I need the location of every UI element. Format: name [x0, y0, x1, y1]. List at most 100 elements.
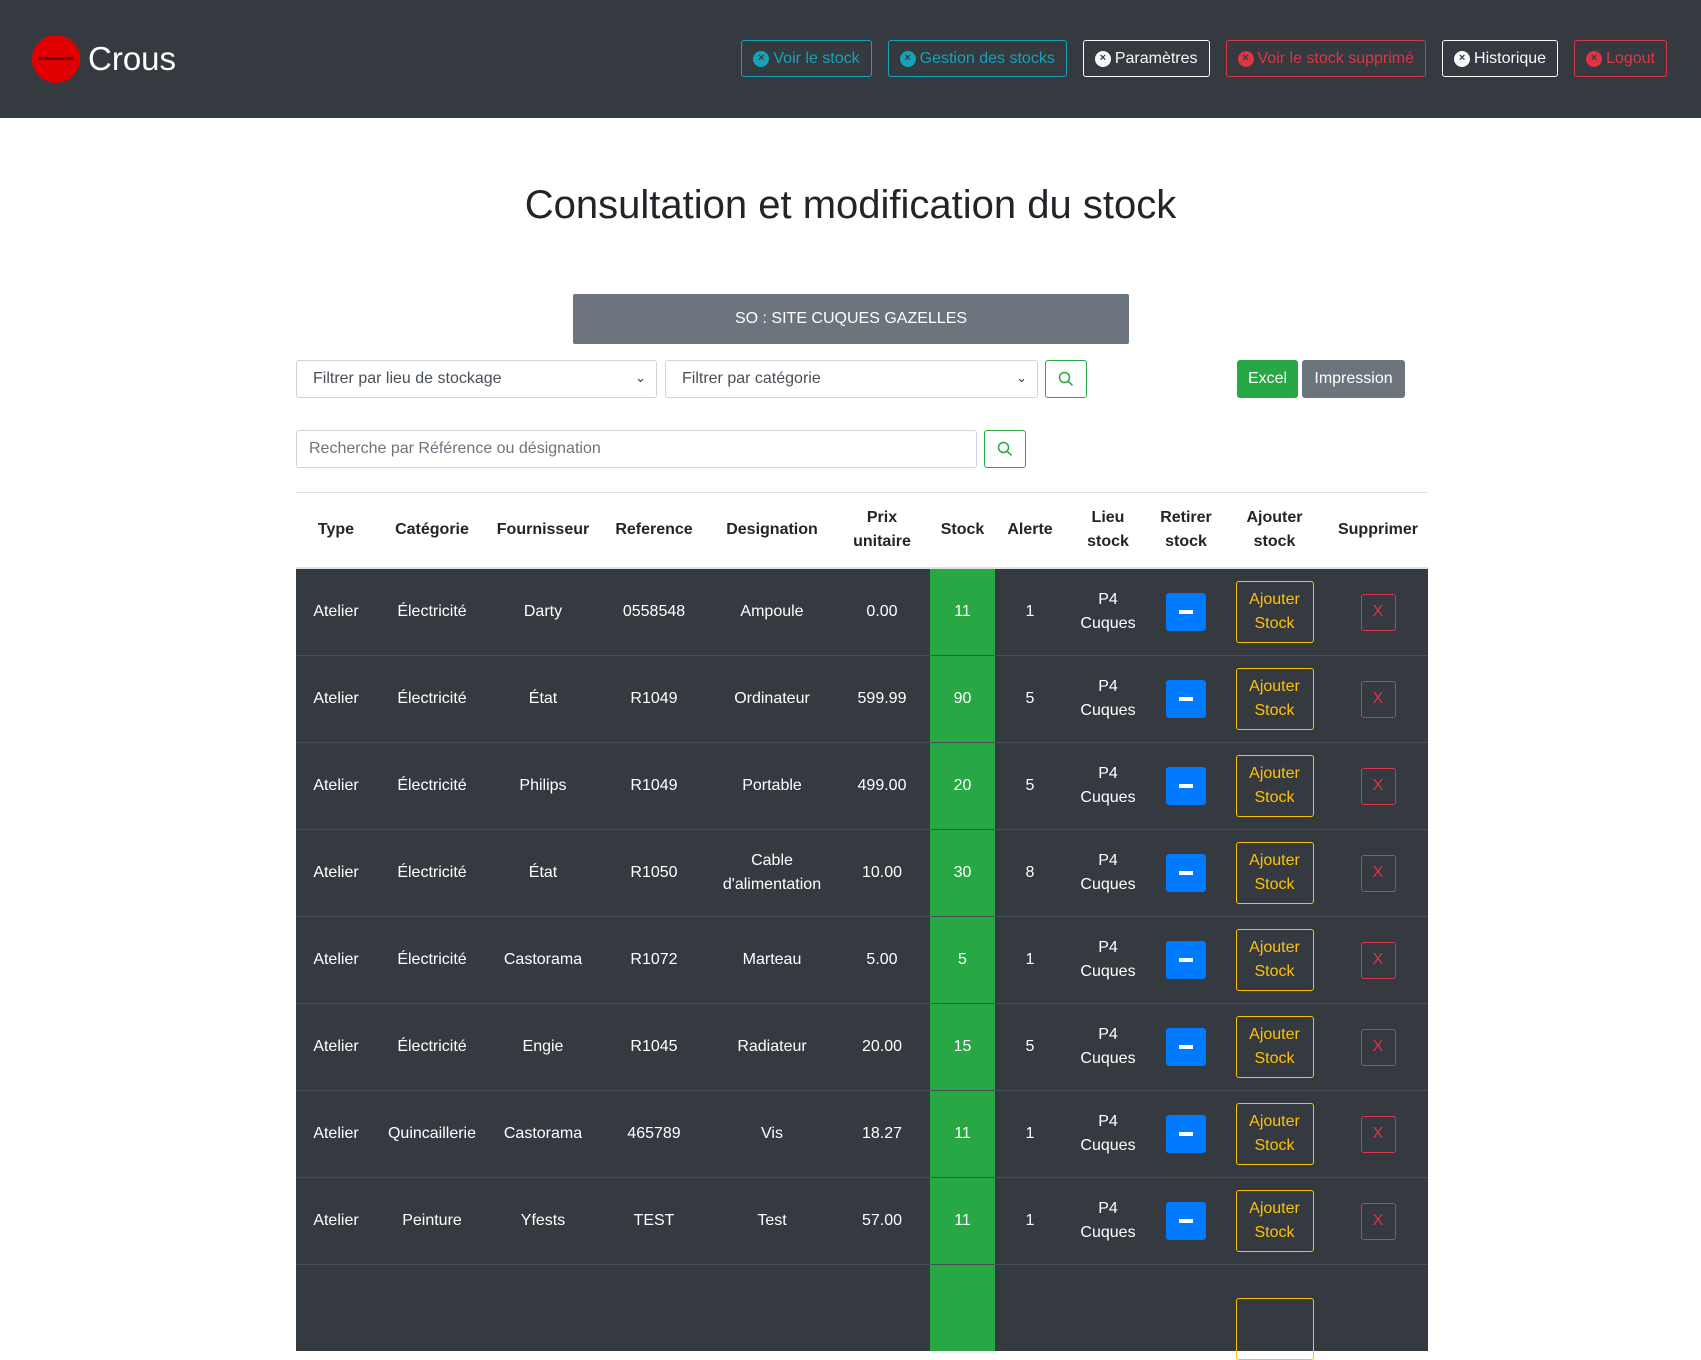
minus-icon: [1179, 1132, 1193, 1136]
table-row: Atelier Électricité Castorama R1072 Marteau 5…: [296, 916, 1428, 1004]
print-button[interactable]: Impression: [1302, 360, 1405, 398]
cell-supprimer: [1328, 1264, 1428, 1351]
nav-button-0[interactable]: × Voir le stock: [741, 40, 872, 77]
search-input[interactable]: Recherche par Référence ou désignation: [296, 430, 977, 468]
cell-prix: 20.00: [834, 1003, 930, 1091]
location-filter-select[interactable]: Filtrer par lieu de stockage ⌄: [296, 360, 657, 398]
location-filter-text: Filtrer par lieu de stockage: [313, 370, 502, 387]
cell-alerte: [995, 1264, 1065, 1351]
delete-button[interactable]: X: [1360, 767, 1396, 805]
cell-alerte: 1: [995, 567, 1065, 656]
add-stock-button[interactable]: [1235, 1298, 1314, 1360]
close-circle-icon: ×: [1586, 50, 1603, 67]
cell-reference: 0558548: [598, 567, 710, 656]
delete-button[interactable]: X: [1360, 1202, 1396, 1240]
excel-button[interactable]: Excel: [1237, 360, 1298, 398]
cell-designation: Radiateur: [710, 1003, 834, 1091]
cell-categorie: Électricité: [376, 829, 488, 917]
cell-retirer: [1151, 1177, 1221, 1265]
remove-stock-button[interactable]: [1166, 854, 1206, 892]
remove-stock-button[interactable]: [1166, 1115, 1206, 1153]
cell-stock: [930, 1264, 995, 1351]
cell-stock: 20: [930, 742, 995, 830]
close-circle-icon: ×: [1237, 50, 1254, 67]
cell-ajouter: Ajouter Stock: [1221, 916, 1328, 1004]
column-header: Lieu stock: [1065, 492, 1151, 569]
cell-alerte: 1: [995, 916, 1065, 1004]
table-row: Atelier Électricité Philips R1049 Portable 49…: [296, 742, 1428, 830]
remove-stock-button[interactable]: [1166, 1028, 1206, 1066]
cell-type: [296, 1264, 376, 1351]
site-banner: SO : SITE CUQUES GAZELLES: [573, 294, 1129, 344]
cell-categorie: [376, 1264, 488, 1351]
remove-stock-button[interactable]: [1166, 593, 1206, 631]
add-stock-button[interactable]: Ajouter Stock: [1235, 929, 1314, 991]
delete-button[interactable]: X: [1360, 680, 1396, 718]
cell-reference: 465789: [598, 1090, 710, 1178]
column-header: Fournisseur: [488, 492, 598, 569]
remove-stock-button[interactable]: [1166, 941, 1206, 979]
search-placeholder: Recherche par Référence ou désignation: [309, 440, 601, 457]
add-stock-button[interactable]: Ajouter Stock: [1235, 1103, 1314, 1165]
cell-type: Atelier: [296, 655, 376, 743]
category-filter-text: Filtrer par catégorie: [682, 370, 821, 387]
filter-search-button[interactable]: [1045, 360, 1087, 398]
cell-lieu: P4 Cuques: [1065, 1090, 1151, 1178]
cell-stock: 15: [930, 1003, 995, 1091]
cell-supprimer: X: [1328, 655, 1428, 743]
cell-lieu: P4 Cuques: [1065, 1003, 1151, 1091]
cell-retirer: [1151, 567, 1221, 656]
top-navbar: Crous × Voir le stock × Gestion des stocks ×…: [0, 0, 1701, 118]
remove-stock-button[interactable]: [1166, 767, 1206, 805]
cell-prix: 0.00: [834, 567, 930, 656]
cell-ajouter: Ajouter Stock: [1221, 567, 1328, 656]
nav-button-2[interactable]: × Paramètres: [1082, 40, 1210, 77]
cell-supprimer: X: [1328, 742, 1428, 830]
close-circle-icon: ×: [753, 50, 770, 67]
nav-button-5[interactable]: × Logout: [1574, 40, 1667, 77]
nav-button-4[interactable]: × Historique: [1442, 40, 1559, 77]
add-stock-button[interactable]: Ajouter Stock: [1235, 581, 1314, 643]
cell-lieu: P4 Cuques: [1065, 742, 1151, 830]
add-stock-button[interactable]: Ajouter Stock: [1235, 1190, 1314, 1252]
cell-fournisseur: Yfests: [488, 1177, 598, 1265]
table-header-row: Type Catégorie Fournisseur Reference Designa…: [296, 492, 1428, 569]
cell-alerte: 8: [995, 829, 1065, 917]
nav-button-3[interactable]: × Voir le stock supprimé: [1225, 40, 1427, 77]
minus-icon: [1179, 610, 1193, 614]
cell-retirer: [1151, 655, 1221, 743]
remove-stock-button[interactable]: [1166, 680, 1206, 718]
cell-reference: R1072: [598, 916, 710, 1004]
cell-retirer: [1151, 1003, 1221, 1091]
cell-type: Atelier: [296, 916, 376, 1004]
cell-alerte: 1: [995, 1177, 1065, 1265]
column-header: Catégorie: [376, 492, 488, 569]
delete-button[interactable]: X: [1360, 941, 1396, 979]
add-stock-button[interactable]: Ajouter Stock: [1235, 1016, 1314, 1078]
column-header: Prix unitaire: [834, 492, 930, 569]
cell-type: Atelier: [296, 1003, 376, 1091]
delete-button[interactable]: X: [1360, 593, 1396, 631]
delete-button[interactable]: X: [1360, 1115, 1396, 1153]
cell-supprimer: X: [1328, 829, 1428, 917]
cell-categorie: Électricité: [376, 742, 488, 830]
search-button[interactable]: [984, 430, 1026, 468]
remove-stock-button[interactable]: [1166, 1202, 1206, 1240]
cell-alerte: 5: [995, 655, 1065, 743]
delete-button[interactable]: X: [1360, 1028, 1396, 1066]
cell-reference: TEST: [598, 1177, 710, 1265]
add-stock-button[interactable]: Ajouter Stock: [1235, 755, 1314, 817]
add-stock-button[interactable]: Ajouter Stock: [1235, 842, 1314, 904]
column-header: Reference: [598, 492, 710, 569]
add-stock-button[interactable]: Ajouter Stock: [1235, 668, 1314, 730]
brand[interactable]: Crous: [32, 35, 176, 83]
column-header: Stock: [930, 492, 995, 569]
nav-button-1[interactable]: × Gestion des stocks: [887, 40, 1067, 77]
category-filter-select[interactable]: Filtrer par catégorie ⌄: [665, 360, 1038, 398]
minus-icon: [1179, 784, 1193, 788]
cell-ajouter: Ajouter Stock: [1221, 1090, 1328, 1178]
table-row: [296, 1264, 1428, 1360]
cell-designation: Ampoule: [710, 567, 834, 656]
delete-button[interactable]: X: [1360, 854, 1396, 892]
cell-supprimer: X: [1328, 1090, 1428, 1178]
